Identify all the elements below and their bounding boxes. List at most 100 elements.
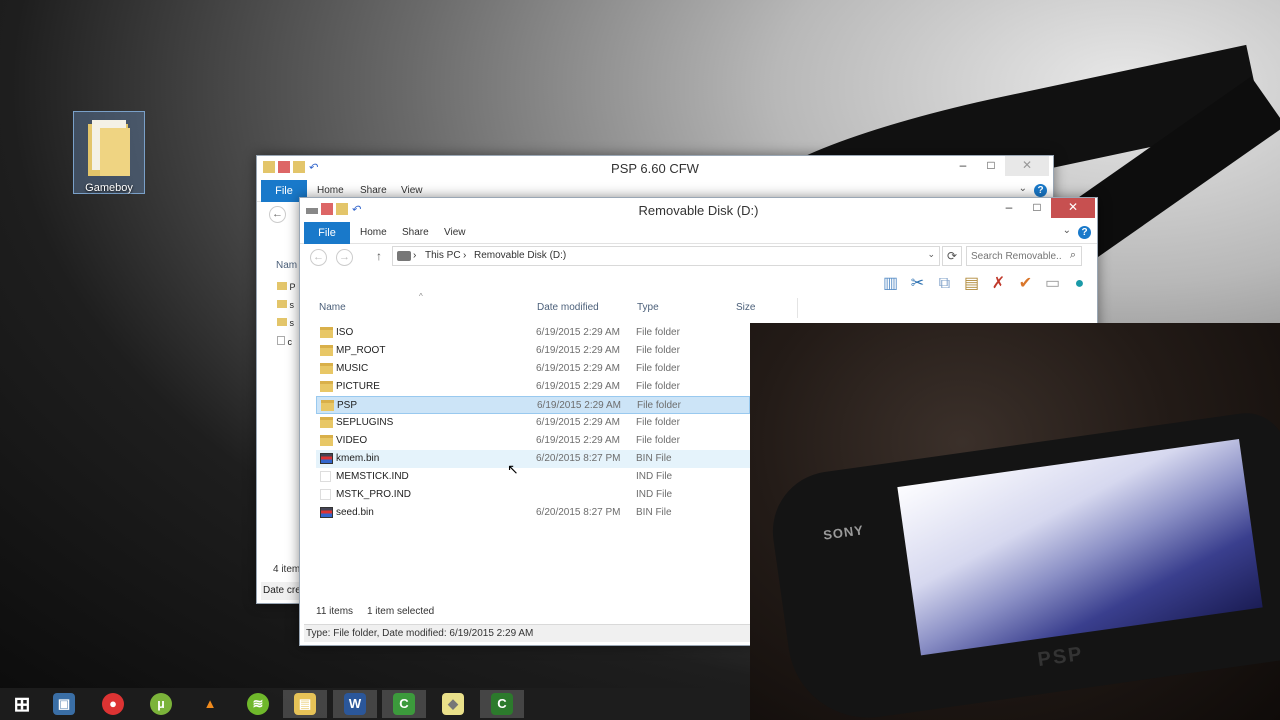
column-headers: Name ^ Date modified Type Size — [304, 292, 1097, 318]
title-bar: ↶ PSP 6.60 CFW – □ ✕ — [257, 156, 1053, 182]
ribbon-expand-icon[interactable]: ⌄ — [1063, 225, 1071, 236]
layout-icon[interactable]: ▥ — [881, 274, 900, 293]
word-icon: W — [344, 693, 366, 715]
forward-button[interactable]: → — [336, 249, 353, 266]
taskbar: ⊞ ▣ ● µ ▲ ≋ ▤ W C ◆ C — [0, 688, 750, 720]
globe-icon[interactable]: ● — [1070, 274, 1089, 293]
help-icon[interactable]: ? — [1078, 226, 1091, 239]
sort-arrow-icon: ^ — [419, 292, 423, 301]
check-icon[interactable]: ✔ — [1016, 274, 1035, 293]
list-item-hovered[interactable]: kmem.bin 6/20/2015 8:27 PM BIN File — [316, 450, 750, 468]
taskbar-computer[interactable]: ▣ — [42, 690, 86, 718]
list-item[interactable]: VIDEO 6/19/2015 2:29 AM File folder — [316, 432, 750, 450]
folder-icon — [320, 417, 333, 428]
chrome-icon: ● — [102, 693, 124, 715]
column-header-size[interactable]: Size — [736, 302, 755, 313]
close-button[interactable]: ✕ — [1005, 156, 1049, 176]
breadcrumb-item-drive[interactable]: Removable Disk (D:) — [474, 250, 566, 261]
chevron-down-icon[interactable]: ⌄ — [927, 249, 935, 260]
refresh-button[interactable]: ⟳ — [942, 246, 962, 266]
folder-icon: ◆ — [442, 693, 464, 715]
taskbar-file-explorer[interactable]: ▤ — [283, 690, 327, 718]
title-bar: ↶ Removable Disk (D:) – □ ✕ — [300, 198, 1097, 224]
sidebar-item[interactable]: P — [277, 282, 296, 300]
column-header-date[interactable]: Date modified — [537, 302, 599, 313]
folder-icon — [277, 300, 287, 308]
taskbar-folder[interactable]: ◆ — [431, 690, 475, 718]
sidebar-item[interactable]: c — [277, 336, 296, 354]
desktop-icon-label: Gameboy — [85, 182, 133, 194]
back-button[interactable]: ← — [269, 206, 286, 223]
taskbar-word[interactable]: W — [333, 690, 377, 718]
column-header-type[interactable]: Type — [637, 302, 659, 313]
taskbar-camtasia-recorder[interactable]: C — [480, 690, 524, 718]
sidebar-item[interactable]: s — [277, 300, 296, 318]
status-bar: Type: File folder, Date modified: 6/19/2… — [304, 624, 750, 642]
tab-share[interactable]: Share — [360, 185, 387, 196]
status-bar: Date cre — [261, 582, 303, 600]
folder-icon — [320, 363, 333, 374]
rename-icon[interactable]: ▭ — [1043, 274, 1062, 293]
column-header-name[interactable]: Nam — [276, 260, 297, 271]
close-button[interactable]: ✕ — [1051, 198, 1095, 218]
brand-logo: SONY — [822, 522, 865, 543]
folder-icon — [320, 327, 333, 338]
back-button[interactable]: ← — [310, 249, 327, 266]
list-item[interactable]: ISO 6/19/2015 2:29 AM File folder — [316, 324, 750, 342]
sidebar-item[interactable]: s — [277, 318, 296, 336]
tab-home[interactable]: Home — [317, 185, 344, 196]
tab-share[interactable]: Share — [402, 227, 429, 238]
computer-icon: ▣ — [53, 693, 75, 715]
folder-icon — [88, 120, 130, 176]
psp-device: SONY PSP — [765, 408, 1280, 720]
copy-icon[interactable]: ⧉ — [935, 274, 954, 293]
folder-icon — [320, 345, 333, 356]
window-title: Removable Disk (D:) — [638, 203, 759, 218]
maximize-button[interactable]: □ — [977, 156, 1005, 176]
list-item[interactable]: PICTURE 6/19/2015 2:29 AM File folder — [316, 378, 750, 396]
minimize-button[interactable]: – — [995, 198, 1023, 218]
bin-file-icon — [320, 453, 333, 464]
list-item[interactable]: MUSIC 6/19/2015 2:29 AM File folder — [316, 360, 750, 378]
mouse-cursor-icon: ↖ — [507, 461, 519, 477]
maximize-button[interactable]: □ — [1023, 198, 1051, 218]
list-item[interactable]: seed.bin 6/20/2015 8:27 PM BIN File — [316, 504, 750, 522]
delete-icon[interactable]: ✗ — [989, 274, 1008, 293]
tab-view[interactable]: View — [444, 227, 466, 238]
search-icon: ⌕ — [1069, 249, 1076, 261]
desktop-icon-gameboy[interactable]: Gameboy — [73, 111, 145, 194]
taskbar-vlc[interactable]: ▲ — [188, 690, 232, 718]
ribbon: File Home Share View ⌄ ? — [300, 222, 1097, 244]
list-item[interactable]: MEMSTICK.IND IND File — [316, 468, 750, 486]
ribbon-expand-icon[interactable]: ⌄ — [1019, 183, 1027, 194]
device-logo: PSP — [1036, 642, 1085, 672]
search-box[interactable]: ⌕ — [966, 246, 1082, 266]
up-button[interactable]: ↑ — [376, 249, 382, 263]
taskbar-chrome[interactable]: ● — [91, 690, 135, 718]
taskbar-spotify[interactable]: ≋ — [236, 690, 280, 718]
address-bar-row: ← → ↑ › This PC › Removable Disk (D:) ⌄ … — [304, 246, 1093, 268]
tab-view[interactable]: View — [401, 185, 423, 196]
taskbar-utorrent[interactable]: µ — [139, 690, 183, 718]
vlc-icon: ▲ — [203, 696, 217, 711]
item-count: 11 items 1 item selected — [316, 606, 435, 617]
column-header-name[interactable]: Name — [319, 302, 346, 313]
minimize-button[interactable]: – — [949, 156, 977, 176]
tab-home[interactable]: Home — [360, 227, 387, 238]
start-button[interactable]: ⊞ — [0, 690, 44, 718]
start-icon: ⊞ — [13, 693, 31, 716]
help-icon[interactable]: ? — [1034, 184, 1047, 197]
breadcrumb-item-this-pc[interactable]: This PC — [425, 250, 461, 261]
window-title: PSP 6.60 CFW — [611, 161, 699, 176]
list-item-selected[interactable]: PSP 6/19/2015 2:29 AM File folder — [316, 396, 750, 414]
list-item[interactable]: MP_ROOT 6/19/2015 2:29 AM File folder — [316, 342, 750, 360]
list-item[interactable]: MSTK_PRO.IND IND File — [316, 486, 750, 504]
breadcrumb[interactable]: › This PC › Removable Disk (D:) ⌄ — [392, 246, 940, 266]
cut-icon[interactable]: ✂ — [908, 274, 927, 293]
tab-file[interactable]: File — [304, 222, 350, 244]
taskbar-camtasia[interactable]: C — [382, 690, 426, 718]
search-input[interactable] — [971, 249, 1061, 263]
camtasia-recorder-icon: C — [491, 693, 513, 715]
list-item[interactable]: SEPLUGINS 6/19/2015 2:29 AM File folder — [316, 414, 750, 432]
paste-icon[interactable]: ▤ — [962, 274, 981, 293]
